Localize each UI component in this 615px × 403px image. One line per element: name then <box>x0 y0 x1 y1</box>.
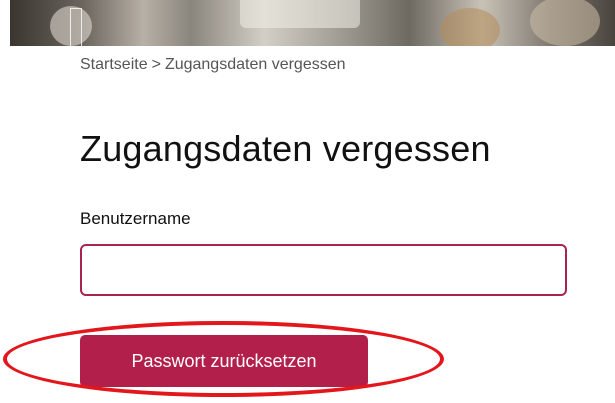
username-label: Benutzername <box>80 209 191 228</box>
breadcrumb: Startseite > Zugangsdaten vergessen <box>80 56 346 74</box>
username-input[interactable] <box>80 244 567 296</box>
breadcrumb-separator: > <box>151 56 161 73</box>
breadcrumb-home-link[interactable]: Startseite <box>80 56 148 73</box>
breadcrumb-current: Zugangsdaten vergessen <box>164 56 346 73</box>
page-title: Zugangsdaten vergessen <box>80 128 491 169</box>
reset-password-button[interactable]: Passwort zurücksetzen <box>80 335 368 387</box>
header-banner-image <box>10 0 615 46</box>
